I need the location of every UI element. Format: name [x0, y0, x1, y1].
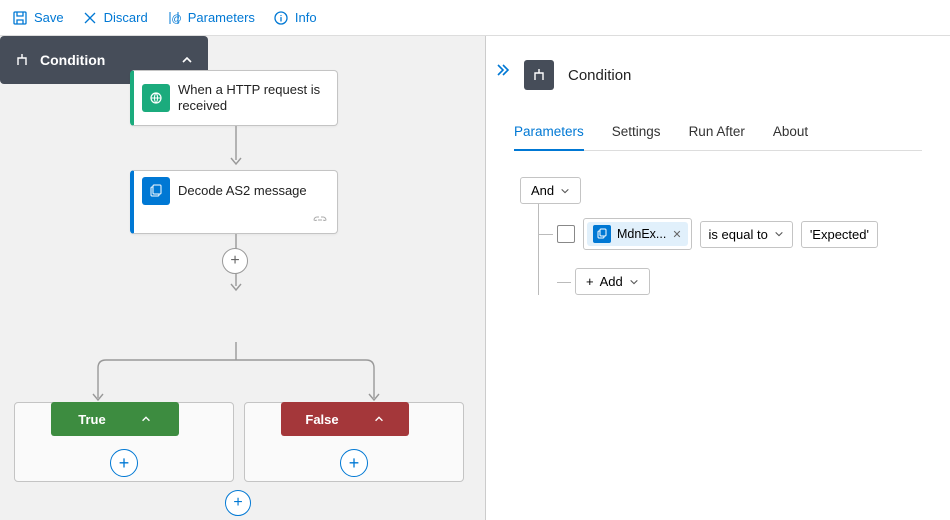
save-label: Save: [34, 10, 64, 25]
false-label: False: [305, 412, 338, 427]
operator-dropdown[interactable]: is equal to: [700, 221, 793, 248]
info-label: Info: [295, 10, 317, 25]
add-condition-button[interactable]: + Add: [575, 268, 650, 295]
svg-text:@: @: [171, 14, 181, 25]
token-label: MdnEx...: [617, 227, 666, 241]
toolbar: Save Discard @ Parameters Info: [0, 0, 950, 36]
tab-settings[interactable]: Settings: [612, 118, 661, 150]
collapse-panel-button[interactable]: [494, 62, 510, 78]
panel-tabs: Parameters Settings Run After About: [514, 118, 922, 151]
row-checkbox[interactable]: [557, 225, 575, 243]
branch-true: True +: [14, 402, 234, 482]
chevron-up-icon: [140, 413, 152, 425]
add-label: Add: [600, 274, 623, 289]
chevron-down-icon: [774, 229, 784, 239]
http-icon: [142, 84, 170, 112]
true-label: True: [78, 412, 105, 427]
as2-icon: [142, 177, 170, 205]
add-step-button[interactable]: +: [222, 248, 248, 274]
token-remove-button[interactable]: ✕: [672, 228, 681, 241]
and-label: And: [531, 183, 554, 198]
chevron-down-icon: [560, 186, 570, 196]
right-operand-input[interactable]: 'Expected': [801, 221, 878, 248]
add-true-step-button[interactable]: +: [110, 449, 138, 477]
chevron-down-icon: [629, 277, 639, 287]
branch-false-header[interactable]: False: [281, 402, 409, 436]
connector: [228, 126, 244, 170]
tab-parameters[interactable]: Parameters: [514, 118, 584, 151]
panel-title: Condition: [568, 67, 631, 84]
parameters-button[interactable]: @ Parameters: [166, 10, 255, 26]
condition-builder: And MdnEx... ✕: [520, 177, 922, 295]
branch-false: False +: [244, 402, 464, 482]
info-button[interactable]: Info: [273, 10, 317, 26]
condition-label: Condition: [40, 52, 170, 68]
node-as2-label: Decode AS2 message: [178, 183, 307, 199]
token-icon: [593, 225, 611, 243]
parameters-icon: @: [166, 10, 182, 26]
discard-icon: [82, 10, 98, 26]
condition-icon: [14, 52, 30, 68]
node-http-trigger[interactable]: When a HTTP request is received: [130, 70, 338, 126]
parameters-label: Parameters: [188, 10, 255, 25]
operator-label: is equal to: [709, 227, 768, 242]
panel-condition-icon: [524, 60, 554, 90]
add-step-bottom-button[interactable]: +: [225, 490, 251, 516]
condition-row: MdnEx... ✕ is equal to 'Expected': [557, 218, 922, 250]
chevron-up-icon: [373, 413, 385, 425]
left-operand-input[interactable]: MdnEx... ✕: [583, 218, 692, 250]
info-icon: [273, 10, 289, 26]
discard-label: Discard: [104, 10, 148, 25]
branch-connector: [90, 342, 390, 406]
discard-button[interactable]: Discard: [82, 10, 148, 26]
save-button[interactable]: Save: [12, 10, 64, 26]
workflow-canvas[interactable]: When a HTTP request is received Decode A…: [0, 36, 486, 520]
node-decode-as2[interactable]: Decode AS2 message: [130, 170, 338, 234]
token-mdnexpected[interactable]: MdnEx... ✕: [587, 222, 688, 246]
condition-panel: Condition Parameters Settings Run After …: [486, 36, 950, 520]
chevron-up-icon: [180, 53, 194, 67]
node-http-label: When a HTTP request is received: [178, 82, 329, 115]
link-icon: [142, 213, 329, 227]
logic-operator-dropdown[interactable]: And: [520, 177, 581, 204]
tab-run-after[interactable]: Run After: [689, 118, 745, 150]
add-false-step-button[interactable]: +: [340, 449, 368, 477]
save-icon: [12, 10, 28, 26]
branch-true-header[interactable]: True: [51, 402, 179, 436]
tab-about[interactable]: About: [773, 118, 808, 150]
plus-icon: +: [586, 274, 594, 289]
